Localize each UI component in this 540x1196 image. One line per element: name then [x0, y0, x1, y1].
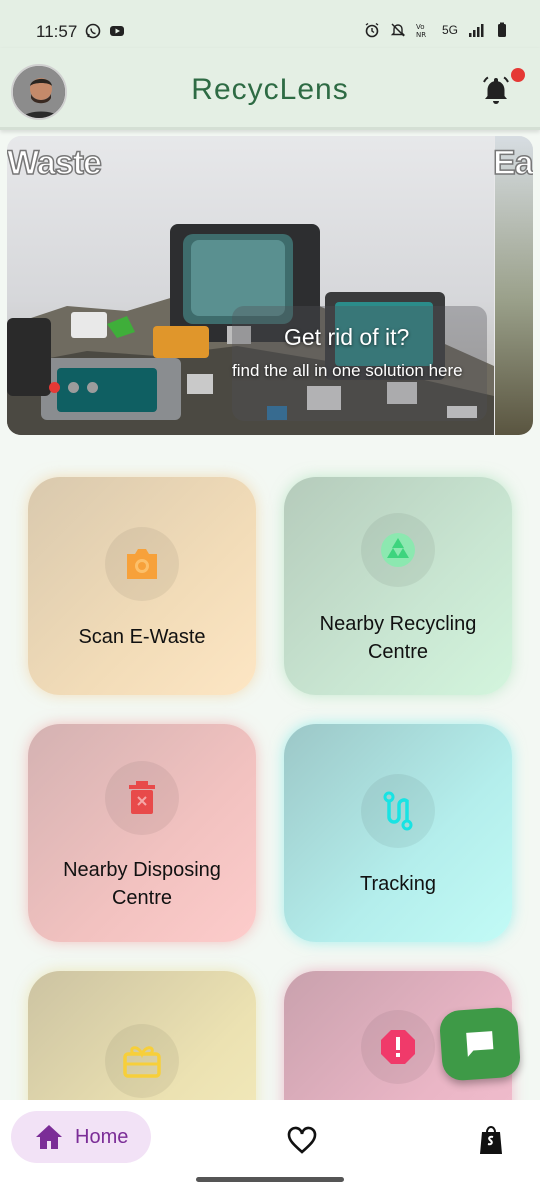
recycle-icon [381, 533, 415, 567]
signal-icon [469, 24, 484, 37]
notifications-off-icon [390, 23, 406, 37]
nearby-disposing-card[interactable]: Nearby Disposing Centre [28, 724, 256, 942]
carousel-dot[interactable] [68, 382, 79, 393]
notification-badge [511, 68, 525, 82]
status-time: 11:57 [36, 22, 78, 41]
scan-e-waste-card[interactable]: Scan E-Waste [28, 477, 256, 695]
network-type: 5G [441, 23, 458, 37]
app-title: RecycLens [191, 73, 349, 106]
chat-fab[interactable] [438, 1006, 522, 1082]
card-label: Nearby Recycling Centre [319, 613, 477, 663]
card-icon-holder [361, 513, 435, 587]
notification-bell-icon[interactable] [480, 74, 512, 106]
banner-carousel[interactable]: Waste Ea Get rid of it? find the all in … [7, 136, 533, 435]
alarm-icon [365, 22, 379, 38]
caption-text: find the all in one solution here [232, 361, 463, 380]
card-label: Tracking [360, 873, 436, 895]
camera-icon [127, 549, 157, 579]
caption-heading: Get rid of it? [284, 324, 410, 350]
gesture-bar [196, 1177, 344, 1182]
svg-text:NR: NR [416, 31, 426, 38]
card-icon-holder [361, 774, 435, 848]
vowifi-icon: VoNR [416, 23, 426, 38]
next-slide-title: Ea [492, 143, 533, 183]
battery-icon [498, 22, 506, 37]
card-icon-holder [361, 1010, 435, 1084]
heart-icon[interactable] [287, 1126, 317, 1154]
nav-home[interactable]: Home [11, 1111, 151, 1163]
tracking-card[interactable]: Tracking [284, 724, 512, 942]
card-icon-holder [105, 1024, 179, 1098]
card-label: Scan E-Waste [78, 626, 206, 648]
carousel-indicator[interactable] [49, 382, 98, 393]
report-alert-icon [381, 1030, 415, 1064]
nearby-recycling-card[interactable]: Nearby Recycling Centre [284, 477, 512, 695]
route-icon [383, 791, 413, 831]
card-icon-holder [105, 527, 179, 601]
youtube-icon [110, 26, 124, 36]
svg-text:Vo: Vo [416, 23, 425, 31]
carousel-next-slide: Ea [492, 136, 533, 435]
home-icon [36, 1125, 62, 1149]
whatsapp-icon [85, 23, 101, 39]
slide-title: Waste [7, 143, 103, 183]
carousel-dot-active[interactable] [49, 382, 60, 393]
redeem-gift-icon [123, 1046, 161, 1078]
delete-bin-icon [129, 781, 155, 814]
shopping-bag-icon[interactable] [478, 1125, 504, 1155]
card-icon-holder [105, 761, 179, 835]
nav-home-label: Home [75, 1125, 129, 1148]
card-label: Nearby Disposing Centre [63, 859, 221, 909]
app-bar: RecycLens [0, 48, 540, 130]
carousel-dot[interactable] [87, 382, 98, 393]
chat-icon [466, 1031, 494, 1057]
